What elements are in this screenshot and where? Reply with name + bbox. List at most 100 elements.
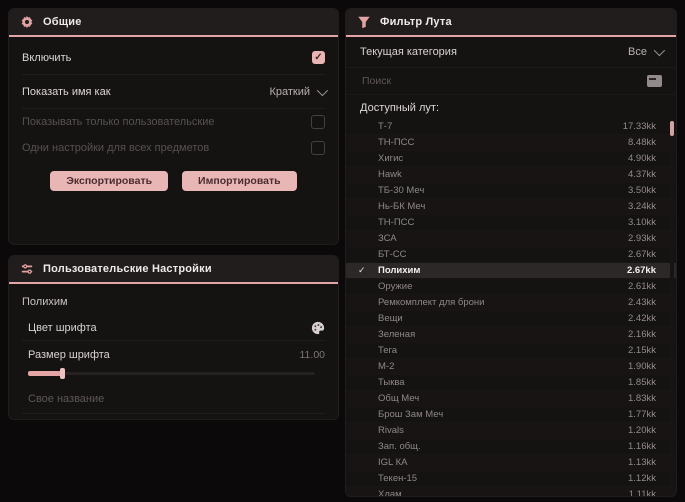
loot-item-name: Хлам bbox=[378, 489, 402, 497]
loot-item-value: 2.15kk bbox=[628, 345, 656, 356]
loot-item-name: М-2 bbox=[378, 361, 395, 372]
loot-item-value: 2.42kk bbox=[628, 313, 656, 324]
category-dropdown[interactable]: Все bbox=[628, 44, 666, 58]
loot-item-row[interactable]: М-2 1.90kk bbox=[346, 359, 676, 375]
loot-item-row[interactable]: Общ Меч 1.83kk bbox=[346, 391, 676, 407]
loot-item-value: 8.48kk bbox=[628, 137, 656, 148]
loot-item-value: 1.85kk bbox=[628, 377, 656, 388]
loot-item-name: Общ Меч bbox=[378, 393, 420, 404]
loot-item-value: 3.10kk bbox=[628, 217, 656, 228]
loot-item-row[interactable]: IGL КА 1.13kk bbox=[346, 455, 676, 471]
loot-item-name: Hawk bbox=[378, 169, 402, 180]
loot-item-row[interactable]: БТ-СС 2.67kk bbox=[346, 247, 676, 263]
same-settings-checkbox[interactable] bbox=[311, 141, 325, 155]
loot-item-row[interactable]: Брош Зам Меч 1.77kk bbox=[346, 407, 676, 423]
loot-item-name: ЗСА bbox=[378, 233, 397, 244]
loot-item-row[interactable]: Нь-БК Меч 3.24kk bbox=[346, 199, 676, 215]
loot-item-value: 17.33kk bbox=[622, 121, 656, 132]
name-mode-dropdown[interactable]: Краткий bbox=[269, 84, 329, 98]
loot-item-name: Ремкомплект для брони bbox=[378, 297, 485, 308]
chevron-down-icon bbox=[316, 84, 329, 96]
scrollbar-thumb[interactable] bbox=[670, 121, 674, 136]
loot-item-name: Зап. общ. bbox=[378, 441, 421, 452]
chevron-down-icon bbox=[653, 44, 666, 57]
search-input[interactable] bbox=[360, 74, 639, 88]
loot-item-row[interactable]: Rivals 1.20kk bbox=[346, 423, 676, 439]
enable-row: Включить bbox=[22, 41, 325, 75]
custom-settings-title: Пользовательские Настройки bbox=[43, 263, 212, 275]
loot-item-row[interactable]: Зап. общ. 1.16kk bbox=[346, 439, 676, 455]
scrollbar[interactable] bbox=[670, 119, 674, 496]
export-button[interactable]: Экспортировать bbox=[50, 171, 169, 191]
search-settings-icon[interactable] bbox=[647, 75, 662, 87]
panel-general: Общие Включить Показать имя как Краткий … bbox=[8, 8, 339, 245]
palette-icon[interactable] bbox=[311, 321, 325, 335]
loot-item-row[interactable]: Зеленая 2.16kk bbox=[346, 327, 676, 343]
loot-item-value: 2.43kk bbox=[628, 297, 656, 308]
font-size-slider[interactable] bbox=[28, 367, 325, 379]
loot-list-container: Т-7 17.33kk ТН-ПСС 8.48kk Хигис 4.90kk H… bbox=[346, 119, 676, 497]
panel-custom-settings: Пользовательские Настройки Полихим Цвет … bbox=[8, 255, 339, 420]
loot-item-name: ТБ-30 Меч bbox=[378, 185, 425, 196]
same-settings-label: Одни настройки для всех предметов bbox=[22, 142, 210, 154]
loot-item-row[interactable]: Хигис 4.90kk bbox=[346, 151, 676, 167]
only-custom-checkbox[interactable] bbox=[311, 115, 325, 129]
loot-item-name: Зеленая bbox=[378, 329, 416, 340]
loot-item-row[interactable]: ТБ-30 Меч 3.50kk bbox=[346, 183, 676, 199]
loot-item-value: 1.16kk bbox=[628, 441, 656, 452]
loot-item-value: 2.16kk bbox=[628, 329, 656, 340]
category-value: Все bbox=[628, 46, 647, 58]
category-label: Текущая категория bbox=[360, 46, 457, 58]
same-settings-row: Одни настройки для всех предметов bbox=[22, 135, 325, 161]
loot-item-name: ТН-ПСС bbox=[378, 217, 415, 228]
font-color-label: Цвет шрифта bbox=[28, 322, 97, 334]
loot-item-row[interactable]: ТН-ПСС 8.48kk bbox=[346, 135, 676, 151]
font-size-value: 11.00 bbox=[299, 349, 326, 361]
loot-item-row[interactable]: ТН-ПСС 3.10kk bbox=[346, 215, 676, 231]
loot-item-row[interactable]: Вещи 2.42kk bbox=[346, 311, 676, 327]
loot-item-row[interactable]: Т-7 17.33kk bbox=[346, 119, 676, 135]
general-title: Общие bbox=[43, 16, 82, 28]
slider-thumb[interactable] bbox=[60, 368, 65, 379]
custom-name-input[interactable] bbox=[22, 385, 325, 414]
name-mode-value: Краткий bbox=[269, 85, 310, 98]
loot-item-value: 2.61kk bbox=[628, 281, 656, 292]
loot-item-row[interactable]: Полихим 2.67kk bbox=[346, 263, 676, 279]
loot-item-row[interactable]: Тега 2.15kk bbox=[346, 343, 676, 359]
loot-item-name: IGL КА bbox=[378, 457, 408, 468]
loot-item-row[interactable]: Ремкомплект для брони 2.43kk bbox=[346, 295, 676, 311]
funnel-icon bbox=[358, 16, 370, 29]
search-row bbox=[346, 68, 676, 95]
loot-item-name: Тега bbox=[378, 345, 398, 356]
slider-fill bbox=[28, 371, 62, 376]
loot-item-name: Нь-БК Меч bbox=[378, 201, 426, 212]
loot-item-value: 2.67kk bbox=[626, 265, 656, 276]
import-button[interactable]: Импортировать bbox=[182, 171, 297, 191]
loot-item-name: Полихим bbox=[378, 265, 421, 276]
loot-item-name: Тыква bbox=[378, 377, 405, 388]
loot-item-value: 1.11kk bbox=[628, 489, 656, 497]
custom-settings-header: Пользовательские Настройки bbox=[9, 256, 338, 282]
loot-list: Т-7 17.33kk ТН-ПСС 8.48kk Хигис 4.90kk H… bbox=[346, 119, 676, 497]
loot-item-name: Хигис bbox=[378, 153, 404, 164]
loot-item-row[interactable]: Оружие 2.61kk bbox=[346, 279, 676, 295]
loot-item-row[interactable]: Hawk 4.37kk bbox=[346, 167, 676, 183]
loot-item-value: 1.20kk bbox=[628, 425, 656, 436]
slider-track bbox=[28, 372, 315, 375]
loot-item-name: Rivals bbox=[378, 425, 404, 436]
loot-item-value: 2.67kk bbox=[628, 249, 656, 260]
selected-check-icon bbox=[358, 265, 378, 276]
loot-item-value: 1.83kk bbox=[628, 393, 656, 404]
available-loot-label: Доступный лут: bbox=[360, 102, 440, 114]
loot-item-name: БТ-СС bbox=[378, 249, 407, 260]
enable-checkbox[interactable] bbox=[312, 51, 325, 64]
only-custom-label: Показывать только пользовательские bbox=[22, 116, 215, 128]
loot-item-row[interactable]: Хлам 1.11kk bbox=[346, 487, 676, 497]
only-custom-row: Показывать только пользовательские bbox=[22, 109, 325, 135]
loot-item-row[interactable]: Тыква 1.85kk bbox=[346, 375, 676, 391]
loot-item-value: 3.50kk bbox=[628, 185, 656, 196]
loot-item-row[interactable]: Текен-15 1.12kk bbox=[346, 471, 676, 487]
category-row: Текущая категория Все bbox=[346, 37, 676, 68]
name-mode-row: Показать имя как Краткий bbox=[22, 75, 329, 109]
loot-item-row[interactable]: ЗСА 2.93kk bbox=[346, 231, 676, 247]
